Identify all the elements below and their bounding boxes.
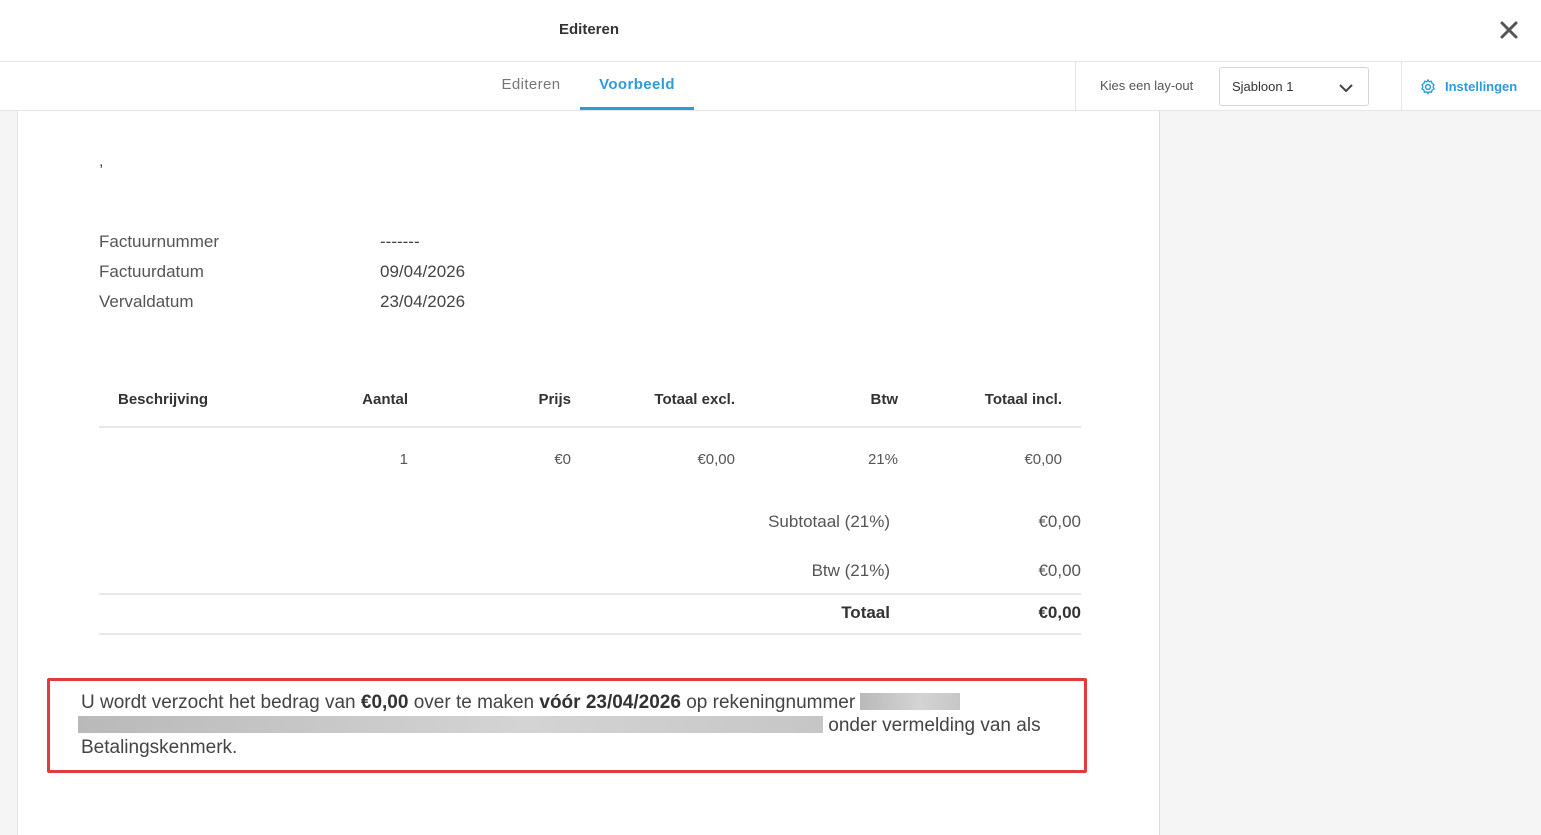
- note-text-part: U wordt verzocht het bedrag van: [81, 692, 361, 713]
- note-amount: €0,00: [360, 692, 409, 713]
- table-cell: 1: [399, 451, 408, 468]
- preview-canvas[interactable]: , Factuurnummer ------- Factuurdatum 09/…: [0, 111, 1541, 835]
- column-header: Totaal incl.: [984, 391, 1062, 408]
- note-text-part: op rekeningnummer: [680, 692, 861, 713]
- total-row: Totaal €0,00: [99, 593, 1081, 635]
- table-header: Beschrijving Aantal Prijs Totaal excl. B…: [99, 383, 1081, 428]
- vat-row: Btw (21%) €0,00: [99, 544, 1081, 593]
- column-header: Prijs: [538, 391, 571, 408]
- invoice-number-label: Factuurnummer: [99, 232, 219, 251]
- total-value: €0,00: [1038, 603, 1081, 622]
- payment-note: U wordt verzocht het bedrag van €0,00 ov…: [78, 692, 1061, 760]
- table-cell: €0,00: [697, 451, 735, 468]
- layout-selected-value: Sjabloon 1: [1232, 79, 1294, 94]
- subtotal-row: Subtotaal (21%) €0,00: [99, 495, 1081, 544]
- column-header: Beschrijving: [118, 391, 209, 408]
- layout-select[interactable]: Sjabloon 1: [1219, 67, 1369, 106]
- close-icon: [1500, 21, 1518, 39]
- top-bar: Editeren: [0, 0, 1541, 62]
- recipient-line: ,: [99, 153, 104, 170]
- table-row: 1 €0 €0,00 21% €0,00: [99, 428, 1081, 488]
- tab-preview[interactable]: Voorbeeld: [580, 62, 694, 110]
- redacted-account-number: [860, 693, 961, 710]
- payment-note-highlight: U wordt verzocht het bedrag van €0,00 ov…: [47, 678, 1087, 773]
- close-button[interactable]: [1495, 16, 1523, 44]
- dialog-title: Editeren: [558, 21, 619, 38]
- invoice-date-label: Factuurdatum: [99, 262, 204, 281]
- subtotal-value: €0,00: [1038, 512, 1081, 531]
- vat-label: Btw (21%): [811, 561, 890, 580]
- layout-label: Kies een lay-out: [1100, 78, 1194, 93]
- redacted-account-details: [78, 715, 823, 733]
- settings-button[interactable]: Instellingen: [1401, 62, 1541, 110]
- invoice-date-value: 09/04/2026: [380, 262, 466, 281]
- gear-icon: [1421, 79, 1435, 95]
- totals-block: Subtotaal (21%) €0,00 Btw (21%) €0,00 To…: [99, 495, 1081, 635]
- tab-edit[interactable]: Editeren: [483, 62, 579, 110]
- table-cell: €0,00: [1024, 451, 1062, 468]
- note-due-date: vóór 23/04/2026: [539, 692, 681, 713]
- column-header: Btw: [870, 391, 899, 408]
- subtotal-label: Subtotaal (21%): [768, 512, 890, 531]
- column-header: Aantal: [362, 391, 408, 408]
- table-cell: €0: [554, 451, 571, 468]
- tab-bar: Editeren Voorbeeld Kies een lay-out Sjab…: [0, 62, 1541, 111]
- note-text-part: over te maken: [408, 692, 540, 713]
- total-label: Totaal: [841, 603, 890, 622]
- vat-value: €0,00: [1038, 561, 1081, 580]
- table-cell: 21%: [867, 451, 898, 468]
- column-header: Totaal excl.: [654, 391, 735, 408]
- due-date-label: Vervaldatum: [99, 292, 194, 311]
- settings-label: Instellingen: [1445, 79, 1518, 94]
- invoice-number-value: -------: [380, 232, 420, 251]
- line-items-table: Beschrijving Aantal Prijs Totaal excl. B…: [99, 383, 1081, 488]
- chevron-down-icon: [1339, 84, 1353, 93]
- due-date-value: 23/04/2026: [380, 292, 466, 311]
- layout-picker: Kies een lay-out Sjabloon 1: [1075, 62, 1401, 110]
